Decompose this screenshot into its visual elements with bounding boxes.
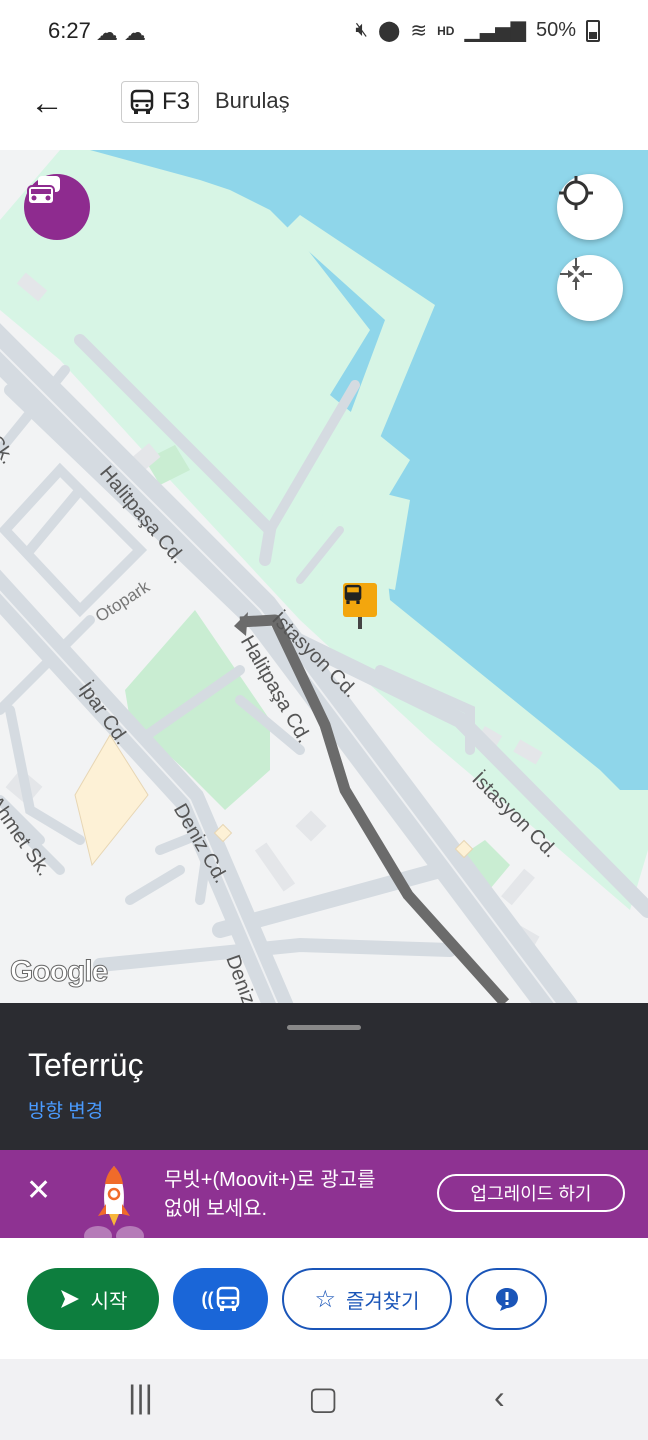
google-attribution: Google [9,955,108,989]
bus-icon [216,1286,239,1311]
star-icon: ☆ [314,1285,336,1313]
bus-icon [344,584,362,604]
back-arrow-icon[interactable]: ← [30,84,70,124]
recenter-button[interactable] [557,255,623,321]
close-icon[interactable]: ✕ [26,1176,51,1206]
stop-name: Teferrüç [28,1047,144,1083]
recents-icon[interactable]: ||| [128,1379,153,1416]
app-header: ← F3 Burulaş [0,66,648,150]
promo-line: 무빗+(Moovit+)로 광고를 [164,1169,376,1191]
battery-percent: 50% [535,19,576,41]
agency-name: Burulaş [215,88,290,113]
favorite-label: 즐겨찾기 [345,1290,420,1313]
route-badge: F3 [121,81,200,123]
report-button[interactable] [466,1268,547,1330]
upgrade-button[interactable]: 업그레이드 하기 [437,1174,625,1212]
stop-panel: Teferrüç 방향 변경 [0,1003,648,1150]
route-number: F3 [162,88,191,115]
crosshair-icon [559,176,593,210]
my-location-button[interactable] [557,174,623,240]
status-icons: 🔇︎ ⬤ ≋ HD ▁▃▅▇ 50% [355,18,600,43]
bus-stop-marker[interactable] [343,583,377,617]
bus-stop-pin [358,617,362,629]
home-icon[interactable]: ▢ [308,1379,338,1417]
action-bar: 시작 (( ☆ 즐겨찾기 [0,1238,648,1359]
system-nav-bar: ||| ▢ ‹ [0,1359,648,1440]
promo-text: 무빗+(Moovit+)로 광고를 없애 보세요. [164,1166,376,1224]
favorite-button[interactable]: ☆ 즐겨찾기 [282,1268,452,1330]
signal-icon: ▁▃▅▇ [464,20,526,42]
mute-icon: 🔇︎ [355,19,368,41]
back-icon[interactable]: ‹ [494,1379,505,1416]
navigate-icon [60,1290,79,1308]
battery-icon [586,19,600,42]
change-direction-link[interactable]: 방향 변경 [28,1096,103,1123]
cars-icon [27,176,60,205]
cloud-icon: ☁ [96,20,118,45]
live-bus-button[interactable]: (( [173,1268,268,1330]
start-label: 시작 [90,1290,128,1313]
hd-voice-icon: HD [437,23,455,38]
promo-line: 없애 보세요. [164,1198,268,1220]
report-icon [495,1288,518,1311]
collapse-arrows-icon [560,258,592,290]
rocket-icon [84,1166,144,1238]
status-time: 6:27 [48,18,91,43]
wifi-icon: ≋ [410,20,428,42]
cloud-icon: ☁ [124,20,146,45]
traffic-toggle-button[interactable] [24,174,90,240]
start-button[interactable]: 시작 [27,1268,159,1330]
map-view[interactable]: Halitpaşa Cd. Halitpaşa Cd. İstasyon Cd.… [0,150,648,1003]
location-icon: ⬤ [377,20,401,42]
bus-icon [130,89,154,114]
live-signal-icon: (( [201,1288,214,1309]
drag-handle[interactable] [287,1025,361,1030]
promo-banner: ✕ 무빗+(Moovit+)로 광고를 없애 보세요. 업그레이드 하기 [0,1150,648,1238]
map-canvas [0,150,648,1003]
status-bar: 6:27 ☁ ☁ 🔇︎ ⬤ ≋ HD ▁▃▅▇ 50% [0,0,648,66]
